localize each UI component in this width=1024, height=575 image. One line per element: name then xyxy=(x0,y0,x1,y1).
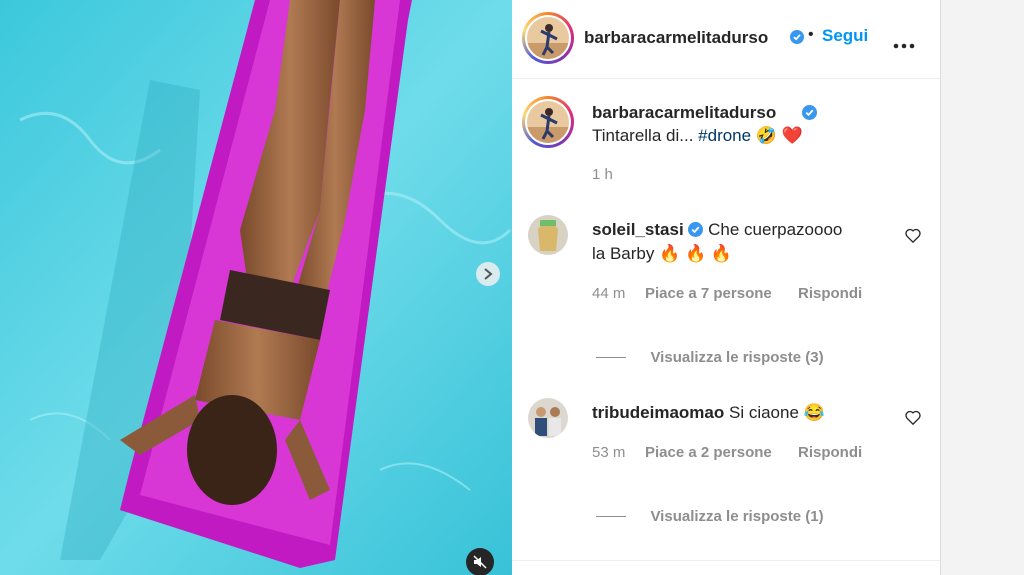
comment-1: soleil_stasi Che cuerpazoooo la Barby 🔥 … xyxy=(592,218,892,266)
chevron-right-icon xyxy=(484,268,493,280)
avatar-image xyxy=(527,17,569,59)
verified-badge-icon xyxy=(688,222,704,237)
caption-username[interactable]: barbaracarmelitadurso xyxy=(592,103,776,123)
replies-line xyxy=(596,357,626,359)
comment-likes[interactable]: Piace a 7 persone xyxy=(645,285,772,302)
author-username[interactable]: barbaracarmelitadurso xyxy=(584,28,768,48)
comment-emoji: 🔥 🔥 🔥 xyxy=(659,244,733,263)
heart-icon[interactable] xyxy=(905,410,921,425)
next-slide-button[interactable] xyxy=(476,262,500,286)
avatar-image xyxy=(527,101,569,143)
comment-text: Si ciaone xyxy=(728,403,799,422)
caption-emoji: 🤣 ❤️ xyxy=(755,126,803,145)
reply-button[interactable]: Rispondi xyxy=(798,444,862,461)
divider xyxy=(512,560,940,561)
heart-icon[interactable] xyxy=(905,228,921,243)
avatar-image xyxy=(528,398,568,438)
replies-line xyxy=(596,516,626,518)
more-icon xyxy=(893,43,915,49)
comment-text-line2: la Barby xyxy=(592,244,655,263)
commenter-avatar[interactable] xyxy=(528,398,568,438)
author-avatar[interactable] xyxy=(522,12,574,64)
caption-body: Tintarella di... xyxy=(592,126,694,145)
avatar-image xyxy=(528,215,568,255)
more-options-button[interactable] xyxy=(892,36,916,49)
view-replies-label: Visualizza le risposte (3) xyxy=(650,349,824,366)
pool-photo xyxy=(0,0,512,575)
view-replies-button[interactable]: Visualizza le risposte (3) xyxy=(596,349,824,367)
follow-button[interactable]: Segui xyxy=(822,26,868,46)
comment-likes[interactable]: Piace a 2 persone xyxy=(645,444,772,461)
verified-badge-icon xyxy=(790,30,804,44)
caption-text: Tintarella di... #drone 🤣 ❤️ xyxy=(592,126,803,146)
comment-2: tribudeimaomao Si ciaone 😂 xyxy=(592,401,825,425)
post-header: barbaracarmelitadurso • Segui xyxy=(512,0,940,79)
mute-button[interactable] xyxy=(466,548,494,575)
reply-button[interactable]: Rispondi xyxy=(798,285,862,302)
comment-username[interactable]: tribudeimaomao xyxy=(592,403,724,422)
view-replies-button[interactable]: Visualizza le risposte (1) xyxy=(596,508,824,526)
post-media[interactable] xyxy=(0,0,512,575)
comment-timestamp[interactable]: 53 m xyxy=(592,444,625,461)
comment-timestamp[interactable]: 44 m xyxy=(592,285,625,302)
separator-dot: • xyxy=(808,26,814,43)
caption-timestamp[interactable]: 1 h xyxy=(592,166,613,183)
verified-badge-icon xyxy=(802,105,817,120)
comment-emoji: 😂 xyxy=(803,403,825,422)
comment-text: Che cuerpazoooo xyxy=(708,220,843,239)
commenter-avatar[interactable] xyxy=(528,215,568,255)
comment-username[interactable]: soleil_stasi xyxy=(592,220,684,239)
post-panel: barbaracarmelitadurso • Segui barbaracar… xyxy=(512,0,941,575)
hashtag-link[interactable]: #drone xyxy=(698,126,751,145)
caption-avatar[interactable] xyxy=(522,96,574,148)
view-replies-label: Visualizza le risposte (1) xyxy=(650,508,824,525)
speaker-muted-icon xyxy=(473,555,487,569)
